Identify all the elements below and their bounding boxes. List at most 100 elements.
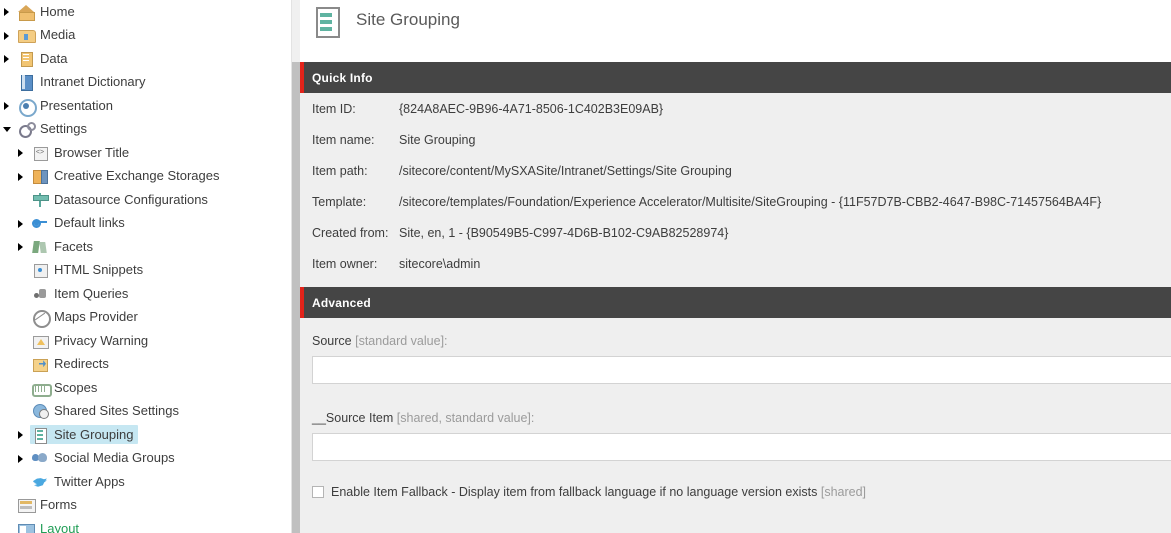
quick-info-row: Item path: /sitecore/content/MySXASite/In… xyxy=(301,155,1171,186)
quick-info-row: Created from: Site, en, 1 - {B90549B5-C99… xyxy=(301,217,1171,248)
tree-item-item-queries[interactable]: Item Queries xyxy=(0,282,291,306)
tree-item-content[interactable]: Settings xyxy=(16,120,91,139)
tree-item-redirects[interactable]: Redirects xyxy=(0,353,291,377)
tree-item-content[interactable]: Creative Exchange Storages xyxy=(30,167,223,186)
tree-item-content[interactable]: Site Grouping xyxy=(30,425,138,445)
tree-panel-scrollbar[interactable] xyxy=(291,0,300,533)
tree-item-content[interactable]: Twitter Apps xyxy=(30,472,129,491)
tree-item-label: Privacy Warning xyxy=(54,332,149,348)
html-snippet-icon xyxy=(32,262,48,279)
tree-item-label: Intranet Dictionary xyxy=(40,74,146,90)
tree-item-content[interactable]: Privacy Warning xyxy=(30,331,152,350)
tree-twisty-collapsed-icon[interactable] xyxy=(14,212,30,236)
tree-item-content[interactable]: Default links xyxy=(30,214,129,233)
tree-item-content[interactable]: Scopes xyxy=(30,378,101,397)
tree-item-home[interactable]: Home xyxy=(0,0,291,24)
tree-twisty-collapsed-icon[interactable] xyxy=(14,141,30,165)
tree-item-label: Presentation xyxy=(40,97,113,113)
tree-item-facets[interactable]: Facets xyxy=(0,235,291,259)
quick-info-section-title: Quick Info xyxy=(312,70,373,85)
source-input[interactable] xyxy=(312,356,1171,384)
tree-twisty-collapsed-icon[interactable] xyxy=(0,0,16,24)
item-query-icon xyxy=(32,286,48,302)
tree-twisty-collapsed-icon[interactable] xyxy=(0,94,16,118)
tree-item-content[interactable]: Item Queries xyxy=(30,284,132,303)
tree-item-shared-sites-settings[interactable]: Shared Sites Settings xyxy=(0,400,291,424)
item-editor-pane: Site Grouping Quick Info Item ID: {824A8A… xyxy=(291,0,1171,533)
tree-item-content[interactable]: Forms xyxy=(16,496,81,515)
advanced-section-title: Advanced xyxy=(312,295,371,310)
tree-twisty-collapsed-icon[interactable] xyxy=(14,423,30,447)
tree-item-content[interactable]: Maps Provider xyxy=(30,308,142,329)
scrollbar-thumb[interactable] xyxy=(292,62,300,533)
tree-item-content[interactable]: Browser Title xyxy=(30,143,133,162)
tree-item-media[interactable]: Media xyxy=(0,24,291,48)
tree-twisty-spacer xyxy=(14,188,30,212)
quick-info-row: Item name: Site Grouping xyxy=(301,124,1171,155)
quick-info-row: Item ID: {824A8AEC-9B96-4A71-8506-1C402B3… xyxy=(301,93,1171,124)
maps-provider-icon xyxy=(32,309,51,329)
tree-item-creative-exchange-storages[interactable]: Creative Exchange Storages xyxy=(0,165,291,189)
tree-item-default-links[interactable]: Default links xyxy=(0,212,291,236)
tree-item-browser-title[interactable]: Browser Title xyxy=(0,141,291,165)
tree-item-intranet-dictionary[interactable]: Intranet Dictionary xyxy=(0,71,291,95)
tree-item-html-snippets[interactable]: HTML Snippets xyxy=(0,259,291,283)
tree-item-social-media-groups[interactable]: Social Media Groups xyxy=(0,447,291,471)
quick-info-value: Site Grouping xyxy=(399,132,476,147)
tree-item-presentation[interactable]: Presentation xyxy=(0,94,291,118)
source-item-input[interactable] xyxy=(312,433,1171,461)
tree-twisty-collapsed-icon[interactable] xyxy=(14,165,30,189)
tree-twisty-spacer xyxy=(0,494,16,518)
tree-item-layout[interactable]: Layout xyxy=(0,517,291,533)
enable-item-fallback-checkbox[interactable] xyxy=(312,486,324,498)
home-icon xyxy=(18,4,35,21)
tree-item-content[interactable]: Media xyxy=(16,26,79,45)
quick-info-body: Item ID: {824A8AEC-9B96-4A71-8506-1C402B3… xyxy=(291,93,1171,279)
forms-icon xyxy=(18,497,36,514)
data-icon xyxy=(18,51,34,67)
tree-item-site-grouping[interactable]: Site Grouping xyxy=(0,423,291,447)
tree-item-datasource-configurations[interactable]: Datasource Configurations xyxy=(0,188,291,212)
browser-title-icon xyxy=(32,145,48,161)
tree-twisty-expanded-icon[interactable] xyxy=(0,118,16,142)
tree-item-content[interactable]: Presentation xyxy=(16,96,117,117)
tree-item-settings[interactable]: Settings xyxy=(0,118,291,142)
media-folder-icon xyxy=(18,27,36,44)
tree-item-label: Layout xyxy=(40,520,80,533)
tree-item-content[interactable]: Layout xyxy=(16,519,83,533)
tree-item-data[interactable]: Data xyxy=(0,47,291,71)
tree-item-label: Forms xyxy=(40,497,77,513)
tree-item-content[interactable]: Data xyxy=(16,49,71,68)
scopes-icon xyxy=(32,380,52,397)
tree-item-content[interactable]: Facets xyxy=(30,237,97,256)
tree-item-maps-provider[interactable]: Maps Provider xyxy=(0,306,291,330)
presentation-icon xyxy=(18,98,37,117)
tree-item-content[interactable]: Intranet Dictionary xyxy=(16,73,150,92)
tree-twisty-collapsed-icon[interactable] xyxy=(0,47,16,71)
quick-info-section-header[interactable]: Quick Info xyxy=(300,62,1171,93)
tree-item-content[interactable]: Redirects xyxy=(30,355,113,374)
tree-item-content[interactable]: Social Media Groups xyxy=(30,449,179,468)
tree-item-content[interactable]: Datasource Configurations xyxy=(30,190,212,209)
page-title: Site Grouping xyxy=(356,10,460,29)
quick-info-label: Item path: xyxy=(312,163,368,178)
tree-item-label: HTML Snippets xyxy=(54,262,144,278)
content-tree-panel[interactable]: Home Media Data Intranet Dictionary Presenta… xyxy=(0,0,291,533)
tree-item-privacy-warning[interactable]: Privacy Warning xyxy=(0,329,291,353)
tree-item-scopes[interactable]: Scopes xyxy=(0,376,291,400)
tree-item-content[interactable]: Shared Sites Settings xyxy=(30,402,183,421)
source-field-label: Source [standard value]: xyxy=(301,334,1171,348)
tree-twisty-spacer xyxy=(0,71,16,95)
tree-item-twitter-apps[interactable]: Twitter Apps xyxy=(0,470,291,494)
tree-twisty-collapsed-icon[interactable] xyxy=(14,447,30,471)
tree-twisty-spacer xyxy=(14,353,30,377)
tree-item-forms[interactable]: Forms xyxy=(0,494,291,518)
tree-twisty-collapsed-icon[interactable] xyxy=(14,235,30,259)
advanced-section-header[interactable]: Advanced xyxy=(300,287,1171,318)
tree-item-label: Creative Exchange Storages xyxy=(54,168,220,184)
tree-item-content[interactable]: Home xyxy=(16,2,79,21)
tree-item-content[interactable]: HTML Snippets xyxy=(30,261,147,280)
tree-twisty-collapsed-icon[interactable] xyxy=(0,24,16,48)
tree-item-label: Browser Title xyxy=(54,144,130,160)
enable-item-fallback-row[interactable]: Enable Item Fallback - Display item from… xyxy=(301,485,1171,499)
